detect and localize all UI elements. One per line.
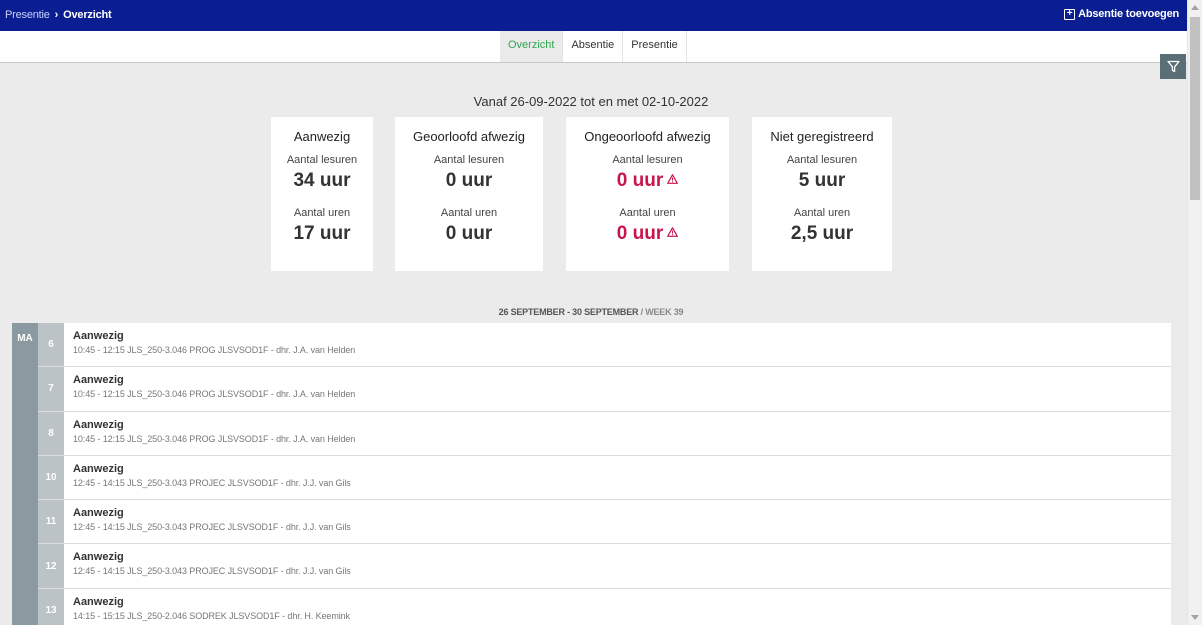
week-number: / WEEK 39 (640, 307, 684, 317)
lesson-hour: 7 (38, 367, 64, 411)
tab-absentie[interactable]: Absentie (563, 31, 624, 62)
hours-label: Aantal uren (293, 207, 351, 219)
lesson-hour: 10 (38, 455, 64, 500)
lesson-status: Aanwezig (73, 374, 124, 387)
vertical-scrollbar[interactable] (1187, 0, 1202, 625)
lesson-detail: 10:45 - 12:15 JLS_250-3.046 PROG JLSVSOD… (73, 433, 356, 444)
lesson-row[interactable]: 11 Aanwezig 12:45 - 14:15 JLS_250-3.043 P… (38, 500, 1171, 545)
lesson-detail: 10:45 - 12:15 JLS_250-3.046 PROG JLSVSOD… (73, 389, 356, 400)
scroll-down-arrow-icon[interactable] (1191, 615, 1199, 620)
lesson-list: 6 Aanwezig 10:45 - 12:15 JLS_250-3.046 PR… (38, 323, 1171, 625)
hours-value: 2,5 uur (790, 223, 854, 244)
hours-value: 0 uur (616, 223, 664, 244)
card-title: Geoorloofd afwezig (412, 129, 525, 144)
lessons-label: Aantal lesuren (286, 154, 358, 166)
filter-icon (1166, 60, 1180, 73)
tab-presentie[interactable]: Presentie (623, 31, 687, 62)
tab-overzicht[interactable]: Overzicht (500, 31, 564, 62)
hours-value: 0 uur (445, 223, 493, 244)
lessons-value: 0 uur (616, 170, 664, 191)
warning-icon (667, 227, 679, 238)
lesson-row[interactable]: 13 Aanwezig 14:15 - 15:15 JLS_250-2.046 S… (38, 588, 1171, 625)
lessons-value: 5 uur (798, 170, 846, 191)
week-header: 26 SEPTEMBER - 30 SEPTEMBER / WEEK 39 (0, 307, 1182, 317)
hours-value: 17 uur (293, 223, 351, 244)
lesson-status: Aanwezig (73, 330, 124, 342)
add-absence-label: Absentie toevoegen (1078, 8, 1179, 20)
breadcrumb: Presentie › Overzicht (5, 9, 112, 21)
filter-button[interactable] (1160, 54, 1186, 79)
lesson-status: Aanwezig (73, 551, 124, 564)
lesson-row[interactable]: 6 Aanwezig 10:45 - 12:15 JLS_250-3.046 PR… (38, 323, 1171, 368)
card-geoorloofd-afwezig: Geoorloofd afwezig Aantal lesuren 0 uur … (395, 117, 543, 271)
lesson-row[interactable]: 10 Aanwezig 12:45 - 14:15 JLS_250-3.043 P… (38, 455, 1171, 501)
top-bar: Presentie › Overzicht + Absentie toevoeg… (0, 0, 1187, 31)
card-title: Niet geregistreerd (770, 129, 874, 144)
lesson-row[interactable]: 12 Aanwezig 12:45 - 14:15 JLS_250-3.043 P… (38, 544, 1171, 589)
card-niet-geregistreerd: Niet geregistreerd Aantal lesuren 5 uur … (752, 117, 892, 271)
scrollbar-thumb[interactable] (1190, 17, 1200, 200)
lessons-label: Aantal lesuren (433, 154, 505, 166)
scroll-up-arrow-icon[interactable] (1191, 5, 1199, 10)
lesson-detail: 12:45 - 14:15 JLS_250-3.043 PROJEC JLSVS… (73, 477, 351, 488)
lesson-status: Aanwezig (73, 507, 124, 520)
lessons-value-row: 0 uur (566, 170, 729, 192)
lesson-hour: 12 (38, 544, 64, 588)
plus-square-icon: + (1064, 8, 1076, 20)
lesson-status: Aanwezig (73, 462, 124, 475)
view-tabs: Overzicht Absentie Presentie (500, 31, 687, 62)
card-title: Aanwezig (293, 129, 351, 144)
lesson-status: Aanwezig (73, 595, 124, 608)
breadcrumb-presentie[interactable]: Presentie (5, 9, 50, 21)
lesson-detail: 14:15 - 15:15 JLS_250-2.046 SODREK JLSVS… (73, 610, 350, 621)
lesson-hour: 8 (38, 411, 64, 455)
lesson-detail: 12:45 - 14:15 JLS_250-3.043 PROJEC JLSVS… (73, 522, 351, 533)
hours-label: Aantal uren (440, 207, 498, 219)
lesson-detail: 12:45 - 14:15 JLS_250-3.043 PROJEC JLSVS… (73, 566, 351, 577)
card-aanwezig: Aanwezig Aantal lesuren 34 uur Aantal ur… (271, 117, 373, 271)
lessons-label: Aantal lesuren (786, 154, 858, 166)
day-label: MA (17, 333, 33, 344)
warning-icon (667, 174, 679, 185)
add-absence-button[interactable]: + Absentie toevoegen (1064, 8, 1179, 20)
day-column: MA (12, 323, 38, 625)
lesson-hour: 6 (38, 323, 64, 367)
lesson-row[interactable]: 7 Aanwezig 10:45 - 12:15 JLS_250-3.046 PR… (38, 367, 1171, 412)
card-title: Ongeoorloofd afwezig (584, 129, 711, 144)
period-title: Vanaf 26-09-2022 tot en met 02-10-2022 (473, 94, 709, 109)
lesson-row[interactable]: 8 Aanwezig 10:45 - 12:15 JLS_250-3.046 PR… (38, 411, 1171, 456)
breadcrumb-overzicht: Overzicht (63, 9, 112, 21)
hours-label: Aantal uren (619, 207, 676, 219)
week-range: 26 SEPTEMBER - 30 SEPTEMBER (498, 307, 639, 317)
hours-value-row: 0 uur (566, 223, 729, 245)
chevron-right-icon: › (54, 9, 59, 21)
tabs-bar: Overzicht Absentie Presentie (0, 31, 1187, 63)
lesson-detail: 10:45 - 12:15 JLS_250-3.046 PROG JLSVSOD… (73, 345, 356, 355)
lessons-value: 34 uur (293, 170, 351, 191)
hours-label: Aantal uren (793, 207, 851, 219)
lesson-status: Aanwezig (73, 418, 124, 431)
lessons-value: 0 uur (445, 170, 493, 191)
card-ongeoorloofd-afwezig: Ongeoorloofd afwezig Aantal lesuren 0 uu… (566, 117, 729, 271)
lesson-hour: 11 (38, 500, 64, 544)
lessons-label: Aantal lesuren (612, 154, 683, 166)
lesson-hour: 13 (38, 588, 64, 625)
